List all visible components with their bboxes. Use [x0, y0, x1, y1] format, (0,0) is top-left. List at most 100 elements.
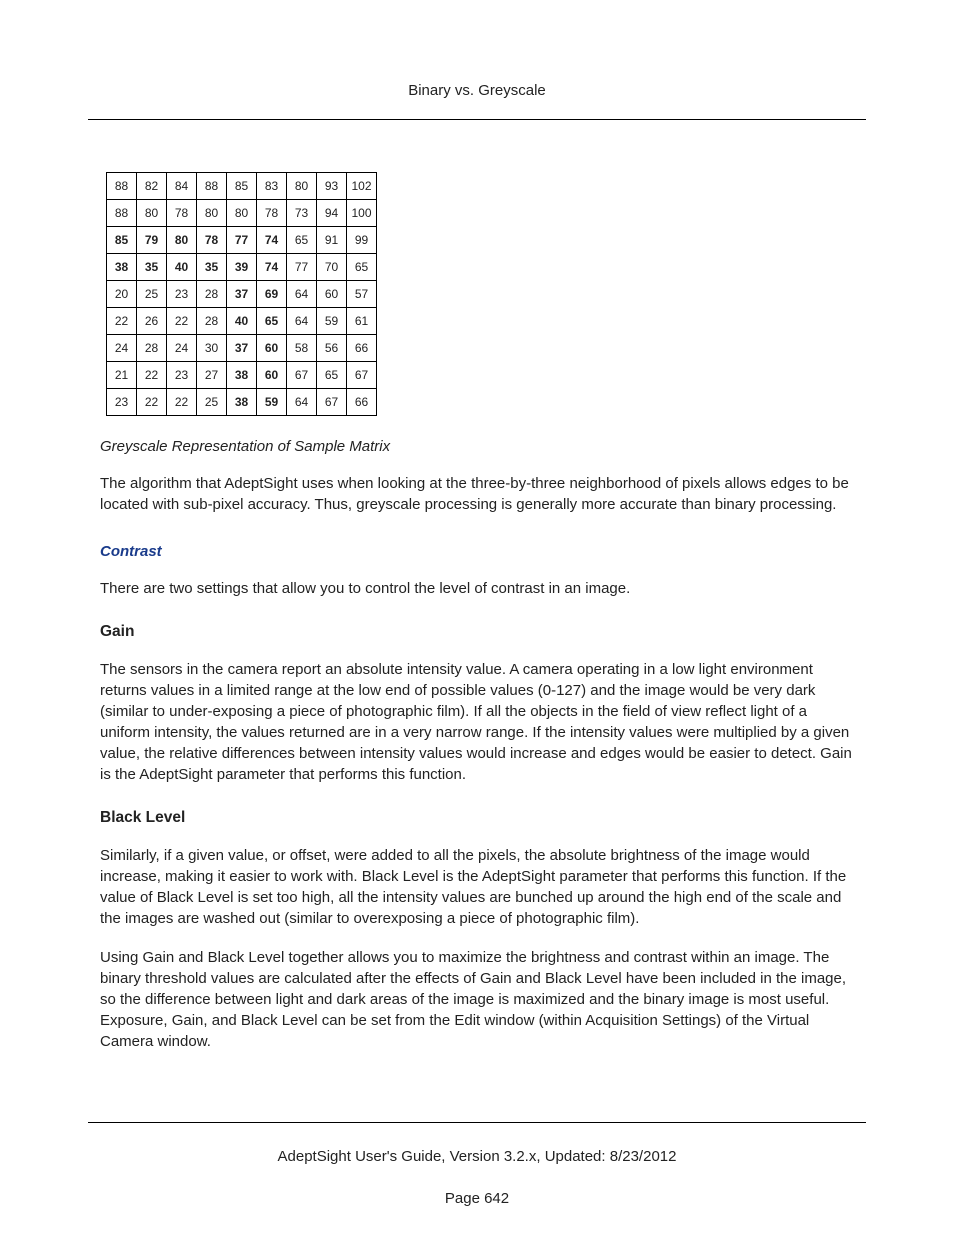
matrix-cell: 64 [287, 308, 317, 335]
matrix-row: 232222253859646766 [107, 389, 377, 416]
matrix-cell: 37 [227, 281, 257, 308]
matrix-row: 242824303760585666 [107, 335, 377, 362]
matrix-cell: 99 [347, 227, 377, 254]
matrix-cell: 61 [347, 308, 377, 335]
heading-gain: Gain [100, 623, 854, 641]
matrix-cell: 102 [347, 173, 377, 200]
matrix-cell: 78 [197, 227, 227, 254]
matrix-cell: 39 [227, 254, 257, 281]
matrix-cell: 25 [137, 281, 167, 308]
matrix-cell: 23 [167, 362, 197, 389]
matrix-cell: 27 [197, 362, 227, 389]
matrix-cell: 22 [167, 389, 197, 416]
page-header: Binary vs. Greyscale [100, 0, 854, 119]
matrix-row: 8882848885838093102 [107, 173, 377, 200]
matrix-cell: 88 [107, 200, 137, 227]
matrix-cell: 80 [167, 227, 197, 254]
matrix-cell: 85 [107, 227, 137, 254]
matrix-cell: 40 [167, 254, 197, 281]
matrix-cell: 78 [167, 200, 197, 227]
intro-paragraph: The algorithm that AdeptSight uses when … [100, 473, 854, 515]
matrix-cell: 79 [137, 227, 167, 254]
matrix-cell: 65 [317, 362, 347, 389]
matrix-cell: 66 [347, 335, 377, 362]
matrix-cell: 38 [227, 362, 257, 389]
matrix-cell: 22 [137, 362, 167, 389]
matrix-cell: 64 [287, 281, 317, 308]
matrix-cell: 21 [107, 362, 137, 389]
page: Binary vs. Greyscale 8882848885838093102… [0, 0, 954, 1235]
matrix-cell: 80 [287, 173, 317, 200]
heading-black-level: Black Level [100, 809, 854, 827]
matrix-cell: 91 [317, 227, 347, 254]
matrix-row: 212223273860676567 [107, 362, 377, 389]
matrix-cell: 22 [137, 389, 167, 416]
matrix-cell: 77 [287, 254, 317, 281]
matrix-cell: 88 [197, 173, 227, 200]
footer-rule [88, 1122, 866, 1123]
matrix-cell: 80 [137, 200, 167, 227]
matrix-cell: 74 [257, 254, 287, 281]
matrix-cell: 56 [317, 335, 347, 362]
matrix-cell: 24 [107, 335, 137, 362]
matrix-cell: 73 [287, 200, 317, 227]
matrix-cell: 28 [197, 281, 227, 308]
matrix-cell: 80 [197, 200, 227, 227]
matrix-cell: 88 [107, 173, 137, 200]
matrix-cell: 82 [137, 173, 167, 200]
matrix-cell: 77 [227, 227, 257, 254]
header-rule [88, 119, 866, 120]
matrix-cell: 26 [137, 308, 167, 335]
matrix-row: 222622284065645961 [107, 308, 377, 335]
matrix-cell: 60 [257, 335, 287, 362]
footer-line-1: AdeptSight User's Guide, Version 3.2.x, … [0, 1148, 954, 1165]
figure-caption: Greyscale Representation of Sample Matri… [100, 438, 854, 455]
matrix-cell: 67 [317, 389, 347, 416]
matrix-row: 8880788080787394100 [107, 200, 377, 227]
matrix-cell: 20 [107, 281, 137, 308]
matrix-cell: 59 [257, 389, 287, 416]
matrix-cell: 40 [227, 308, 257, 335]
matrix-cell: 69 [257, 281, 287, 308]
matrix-cell: 24 [167, 335, 197, 362]
heading-contrast: Contrast [100, 543, 854, 560]
matrix-cell: 67 [347, 362, 377, 389]
matrix-cell: 38 [107, 254, 137, 281]
matrix-cell: 84 [167, 173, 197, 200]
matrix-cell: 22 [107, 308, 137, 335]
matrix-row: 383540353974777065 [107, 254, 377, 281]
gain-text: The sensors in the camera report an abso… [100, 659, 854, 785]
matrix-cell: 65 [287, 227, 317, 254]
black-level-p2: Using Gain and Black Level together allo… [100, 947, 854, 1052]
matrix-cell: 67 [287, 362, 317, 389]
matrix-cell: 59 [317, 308, 347, 335]
matrix-cell: 23 [107, 389, 137, 416]
matrix-cell: 37 [227, 335, 257, 362]
matrix-cell: 74 [257, 227, 287, 254]
black-level-p1: Similarly, if a given value, or offset, … [100, 845, 854, 929]
matrix-cell: 80 [227, 200, 257, 227]
matrix-cell: 38 [227, 389, 257, 416]
matrix-cell: 64 [287, 389, 317, 416]
matrix-cell: 66 [347, 389, 377, 416]
matrix-cell: 65 [347, 254, 377, 281]
matrix-cell: 35 [137, 254, 167, 281]
matrix-cell: 35 [197, 254, 227, 281]
matrix-cell: 94 [317, 200, 347, 227]
matrix-cell: 60 [257, 362, 287, 389]
contrast-text: There are two settings that allow you to… [100, 578, 854, 599]
matrix-cell: 28 [197, 308, 227, 335]
sample-matrix-table: 8882848885838093102888078808078739410085… [106, 172, 377, 416]
matrix-cell: 23 [167, 281, 197, 308]
matrix-cell: 25 [197, 389, 227, 416]
matrix-cell: 100 [347, 200, 377, 227]
matrix-cell: 28 [137, 335, 167, 362]
matrix-row: 202523283769646057 [107, 281, 377, 308]
matrix-cell: 22 [167, 308, 197, 335]
matrix-cell: 93 [317, 173, 347, 200]
matrix-cell: 60 [317, 281, 347, 308]
matrix-cell: 78 [257, 200, 287, 227]
matrix-cell: 57 [347, 281, 377, 308]
matrix-cell: 83 [257, 173, 287, 200]
footer-line-2: Page 642 [0, 1190, 954, 1207]
